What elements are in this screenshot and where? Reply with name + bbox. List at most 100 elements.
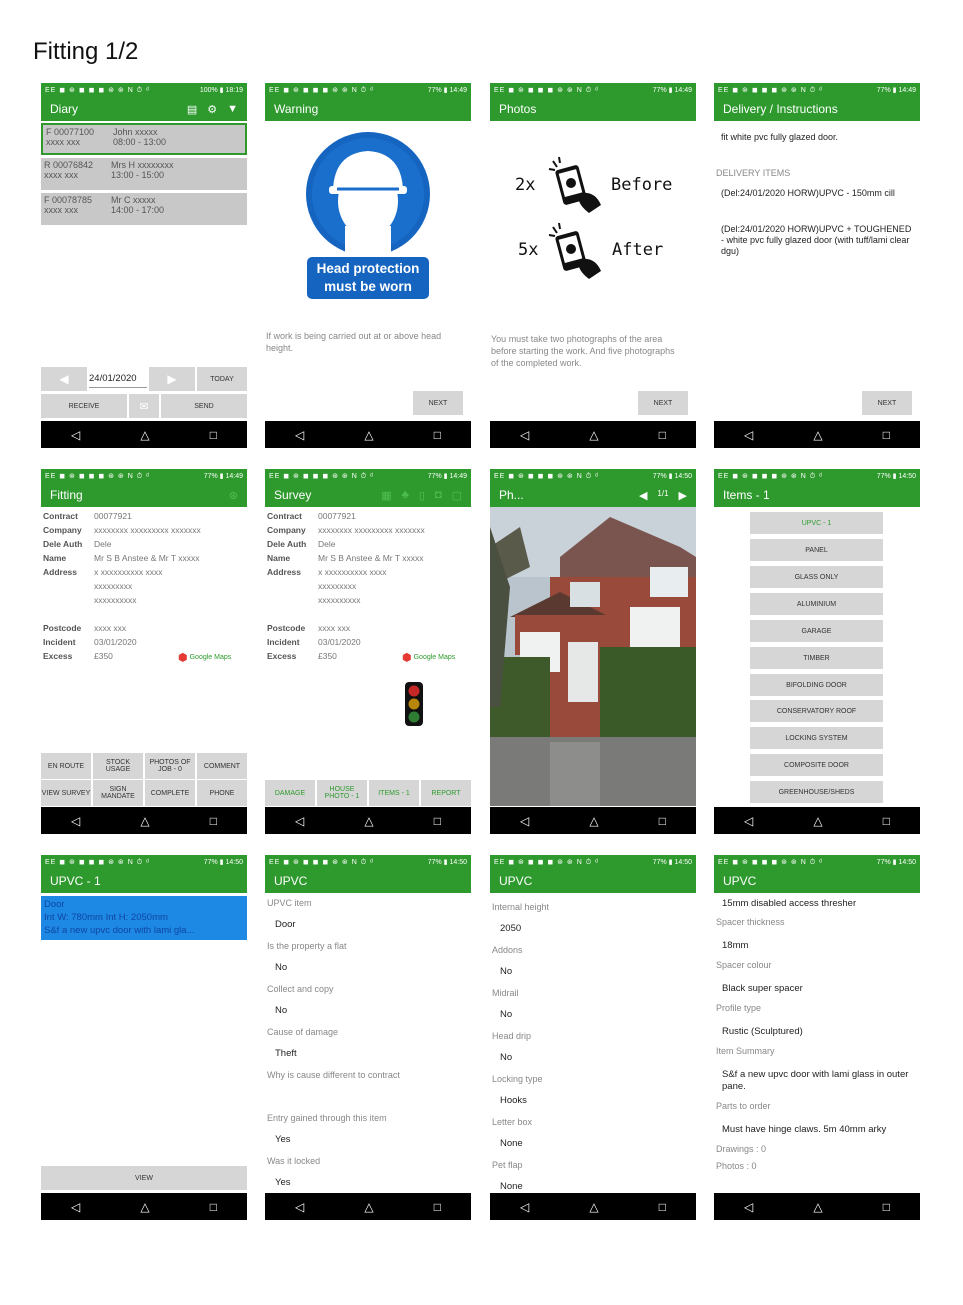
recents-icon[interactable]: □ [434, 428, 441, 442]
next-button[interactable]: NEXT [413, 391, 463, 415]
envelope-icon[interactable]: ✉ [129, 394, 159, 418]
photos-of-job-button[interactable]: PHOTOS OF JOB - 0 [145, 753, 195, 779]
item-aluminium-button[interactable]: ALUMINIUM [750, 593, 883, 615]
item-locking-system-button[interactable]: LOCKING SYSTEM [750, 727, 883, 749]
recents-icon[interactable]: □ [434, 1200, 441, 1214]
item-conservatory-roof-button[interactable]: CONSERVATORY ROOF [750, 700, 883, 722]
recents-icon[interactable]: □ [883, 1200, 890, 1214]
next-button[interactable]: NEXT [638, 391, 688, 415]
back-icon[interactable]: ◁ [744, 428, 753, 442]
document-icon[interactable]: ▢ [452, 489, 462, 502]
complete-button[interactable]: COMPLETE [145, 780, 195, 806]
back-icon[interactable]: ◁ [71, 1200, 80, 1214]
field-value[interactable]: Rustic (Sculptured) [716, 1017, 918, 1046]
damage-button[interactable]: DAMAGE [265, 780, 315, 806]
field-value[interactable]: None [492, 1129, 694, 1158]
stock-usage-button[interactable]: STOCK USAGE [93, 753, 143, 779]
date-field[interactable]: 24/01/2020 [89, 370, 147, 388]
report-button[interactable]: REPORT [421, 780, 471, 806]
home-icon[interactable]: △ [140, 428, 149, 442]
field-value[interactable]: Yes [267, 1125, 469, 1154]
field-value[interactable]: Hooks [492, 1086, 694, 1115]
view-survey-button[interactable]: VIEW SURVEY [41, 780, 91, 806]
home-icon[interactable]: △ [813, 428, 822, 442]
field-value[interactable]: 18mm [716, 931, 918, 960]
home-icon[interactable]: △ [589, 814, 598, 828]
home-icon[interactable]: △ [813, 814, 822, 828]
home-icon[interactable]: △ [589, 428, 598, 442]
back-icon[interactable]: ◁ [744, 1200, 753, 1214]
back-icon[interactable]: ◁ [295, 814, 304, 828]
camera-icon[interactable]: ◘ [435, 489, 442, 502]
recents-icon[interactable]: □ [659, 1200, 666, 1214]
send-button[interactable]: SEND [161, 394, 247, 418]
diary-row[interactable]: R 00076842 Mrs H xxxxxxxx xxxx xxx 13:00 -… [41, 158, 247, 190]
google-maps-link[interactable]: ⬢ Google Maps [178, 651, 231, 664]
recents-icon[interactable]: □ [210, 428, 217, 442]
home-icon[interactable]: △ [364, 1200, 373, 1214]
comment-button[interactable]: COMMENT [197, 753, 247, 779]
back-icon[interactable]: ◁ [295, 1200, 304, 1214]
back-icon[interactable]: ◁ [71, 814, 80, 828]
field-value[interactable]: No [267, 996, 469, 1025]
diary-row[interactable]: F 00078785 Mr C xxxxx xxxx xxx 14:00 - 17:… [41, 193, 247, 225]
view-button[interactable]: VIEW [41, 1166, 247, 1190]
circle-arrow-icon[interactable]: ⊛ [229, 489, 238, 502]
item-composite-door-button[interactable]: COMPOSITE DOOR [750, 754, 883, 776]
back-icon[interactable]: ◁ [520, 1200, 529, 1214]
threshold-value[interactable]: 15mm disabled access thresher [722, 898, 856, 909]
recents-icon[interactable]: □ [210, 1200, 217, 1214]
prev-photo-icon[interactable]: ◀ [639, 489, 647, 502]
home-icon[interactable]: △ [364, 814, 373, 828]
home-icon[interactable]: △ [813, 1200, 822, 1214]
item-greenhouse-sheds-button[interactable]: GREENHOUSE/SHEDS [750, 781, 883, 803]
field-value[interactable]: Door [267, 910, 469, 939]
tree-icon[interactable]: ♣ [402, 489, 409, 502]
items-button[interactable]: ITEMS - 1 [369, 780, 419, 806]
field-value[interactable]: No [492, 1043, 694, 1072]
field-value[interactable]: Must have hinge claws. 5m 40mm arky [716, 1115, 918, 1144]
receive-button[interactable]: RECEIVE [41, 394, 127, 418]
recents-icon[interactable]: □ [659, 428, 666, 442]
home-icon[interactable]: △ [589, 1200, 598, 1214]
recents-icon[interactable]: □ [883, 814, 890, 828]
next-button[interactable]: NEXT [862, 391, 912, 415]
field-value[interactable]: No [492, 1000, 694, 1029]
diary-row[interactable]: F 00077100 John xxxxx xxxx xxx 08:00 - 13:… [41, 123, 247, 155]
today-button[interactable]: TODAY [197, 367, 247, 391]
item-garage-button[interactable]: GARAGE [750, 620, 883, 642]
item-upvc-button[interactable]: UPVC - 1 [750, 512, 883, 534]
item-timber-button[interactable]: TIMBER [750, 647, 883, 669]
phone-button[interactable]: PHONE [197, 780, 247, 806]
item-panel-button[interactable]: PANEL [750, 539, 883, 561]
recents-icon[interactable]: □ [659, 814, 666, 828]
dropdown-icon[interactable]: ▼ [227, 103, 238, 116]
back-icon[interactable]: ◁ [520, 428, 529, 442]
field-value[interactable] [267, 1082, 469, 1111]
calendar-icon[interactable]: ▤ [187, 103, 197, 116]
recents-icon[interactable]: □ [434, 814, 441, 828]
home-icon[interactable]: △ [364, 428, 373, 442]
en-route-button[interactable]: EN ROUTE [41, 753, 91, 779]
item-glass-only-button[interactable]: GLASS ONLY [750, 566, 883, 588]
back-icon[interactable]: ◁ [71, 428, 80, 442]
back-icon[interactable]: ◁ [744, 814, 753, 828]
next-date-button[interactable]: ▶ [149, 367, 195, 391]
back-icon[interactable]: ◁ [520, 814, 529, 828]
house-photo-button[interactable]: HOUSE PHOTO - 1 [317, 780, 367, 806]
field-value[interactable]: 2050 [492, 914, 694, 943]
field-value[interactable]: No [492, 957, 694, 986]
google-maps-link[interactable]: ⬢ Google Maps [402, 651, 455, 664]
home-icon[interactable]: △ [140, 814, 149, 828]
recents-icon[interactable]: □ [210, 814, 217, 828]
field-value[interactable]: Black super spacer [716, 974, 918, 1003]
home-icon[interactable]: △ [140, 1200, 149, 1214]
list-icon[interactable]: ▯ [419, 489, 425, 502]
grid-icon[interactable]: ▦ [381, 489, 391, 502]
field-value[interactable]: No [267, 953, 469, 982]
item-bifolding-door-button[interactable]: BIFOLDING DOOR [750, 674, 883, 696]
field-value[interactable]: Theft [267, 1039, 469, 1068]
gear-icon[interactable]: ⚙ [207, 103, 217, 116]
back-icon[interactable]: ◁ [295, 428, 304, 442]
upvc-item-card[interactable]: Door Int W: 780mm Int H: 2050mm S&f a ne… [41, 896, 247, 940]
